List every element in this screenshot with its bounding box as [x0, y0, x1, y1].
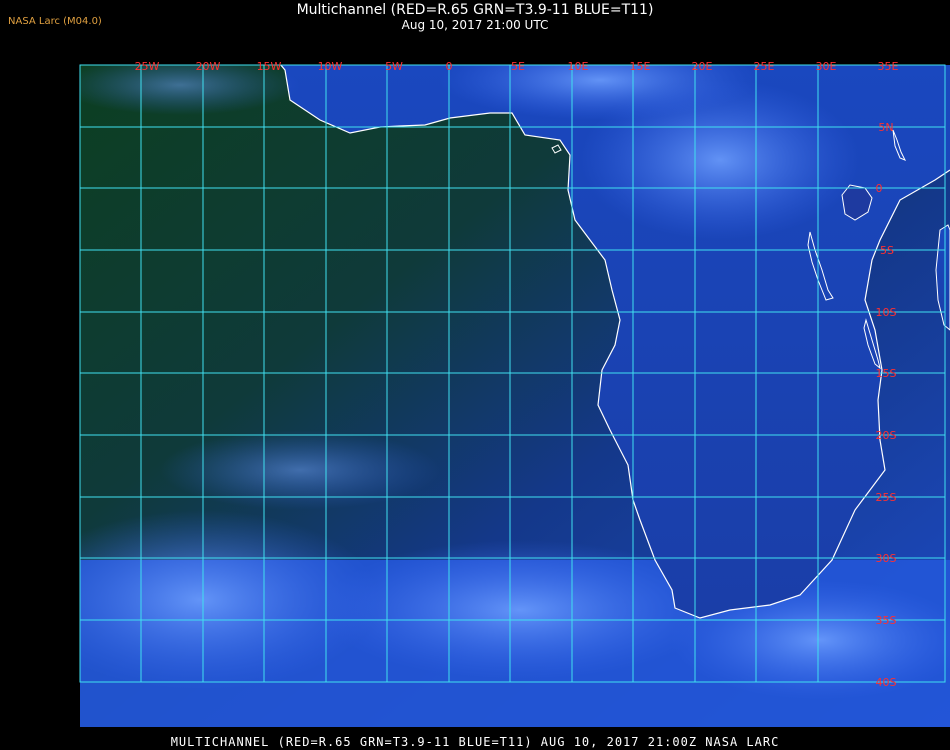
- latitude-label: 10S: [876, 306, 897, 319]
- longitude-label: 5E: [511, 60, 525, 73]
- latitude-label: 30S: [876, 552, 897, 565]
- latitude-label: 35S: [876, 614, 897, 627]
- footer-caption: MULTICHANNEL (RED=R.65 GRN=T3.9-11 BLUE=…: [170, 735, 780, 749]
- latitude-label: 0: [876, 182, 883, 195]
- latitude-label: 5N: [878, 121, 893, 134]
- longitude-label: 10W: [318, 60, 343, 73]
- longitude-label: 15W: [257, 60, 282, 73]
- satellite-map: 25W 20W 15W 10W 5W 0 5E 10E 15E 20E 25E …: [79, 60, 950, 727]
- cloud-band: [440, 65, 760, 120]
- longitude-label: 25E: [754, 60, 775, 73]
- longitude-label: 10E: [568, 60, 589, 73]
- longitude-label: 30E: [816, 60, 837, 73]
- latitude-label: 5S: [880, 244, 894, 257]
- longitude-label: 25W: [135, 60, 160, 73]
- longitude-label: 15E: [630, 60, 651, 73]
- latitude-label: 25S: [876, 491, 897, 504]
- latitude-label: 15S: [876, 367, 897, 380]
- longitude-label: 20W: [196, 60, 221, 73]
- longitude-label: 20E: [692, 60, 713, 73]
- latitude-label: 20S: [876, 429, 897, 442]
- cloud-band: [160, 430, 440, 510]
- longitude-label: 35E: [878, 60, 899, 73]
- latitude-label: 40S: [876, 676, 897, 689]
- longitude-label: 0: [446, 60, 453, 73]
- longitude-label: 5W: [385, 60, 403, 73]
